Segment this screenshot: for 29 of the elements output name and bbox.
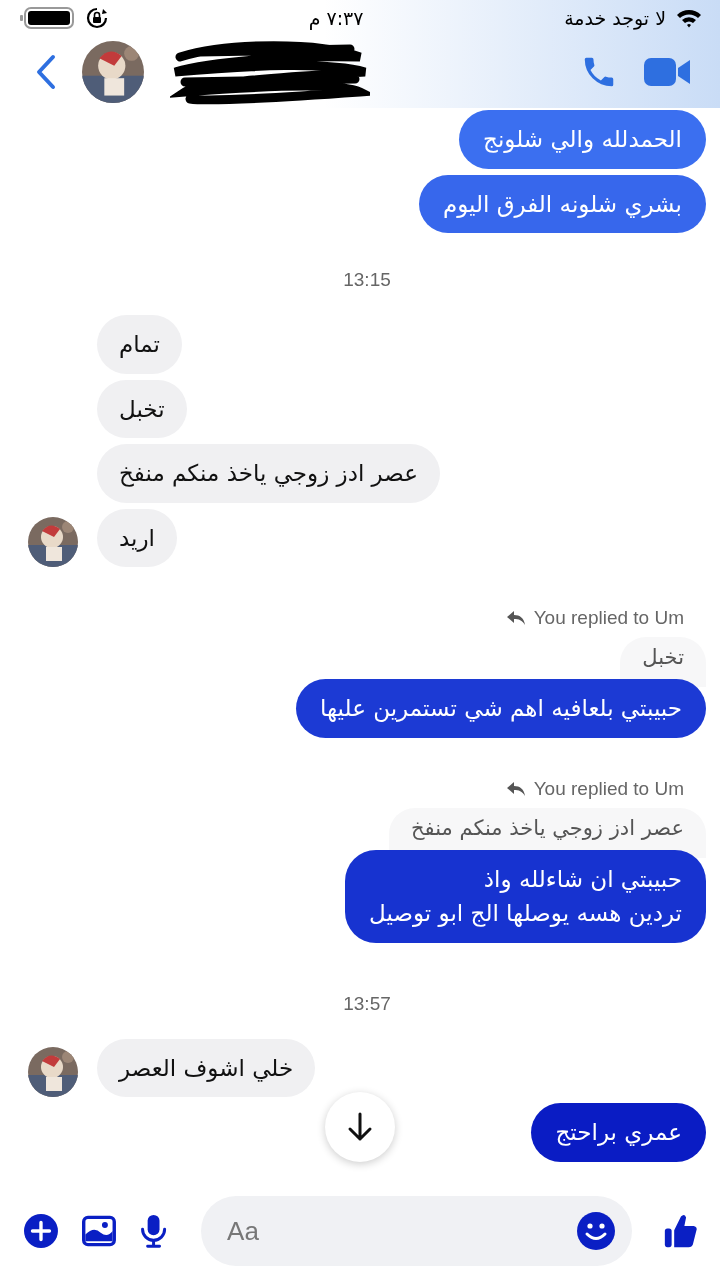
received-message: تخبل <box>97 379 187 438</box>
emoji-icon[interactable] <box>576 1211 617 1251</box>
timestamp: 13:57 <box>343 992 391 1015</box>
down-arrow-icon <box>347 1112 373 1142</box>
reply-label: You replied to Um <box>533 777 684 800</box>
received-message: اريد <box>97 508 177 567</box>
scroll-down-button[interactable] <box>325 1092 395 1162</box>
sent-message: عمري براحتج <box>531 1103 706 1162</box>
rotation-lock-icon <box>86 7 108 29</box>
battery-icon <box>20 7 76 29</box>
sent-message: حبيبتي بلعافيه اهم شي تستمرين عليها <box>296 679 706 738</box>
status-time: ٧:٣٧ م <box>308 7 364 29</box>
sent-message: الحمدلله والي شلونج <box>459 110 706 169</box>
back-icon[interactable] <box>36 54 56 90</box>
image-icon[interactable] <box>81 1213 116 1249</box>
timestamp: 13:15 <box>343 269 391 291</box>
sent-message: حبيبتي ان شاءلله واذ تردين هسه يوصلها الج ابو توصيل <box>345 849 706 943</box>
received-message: تمام <box>97 315 182 374</box>
wifi-icon <box>676 8 702 28</box>
video-camera-icon[interactable] <box>644 56 690 88</box>
add-icon[interactable] <box>24 1211 58 1251</box>
carrier-text: لا توجد خدمة <box>564 7 666 29</box>
reply-label: You replied to Um <box>533 607 684 629</box>
received-message: عصر ادز زوجي ياخذ منكم منفخ <box>97 444 440 503</box>
sent-message: بشري شلونه الفرق اليوم <box>418 174 706 233</box>
message-field[interactable]: Aa <box>201 1196 633 1266</box>
reply-icon <box>505 610 526 626</box>
received-message: خلي اشوف العصر <box>97 1038 316 1097</box>
reply-icon <box>505 780 526 797</box>
